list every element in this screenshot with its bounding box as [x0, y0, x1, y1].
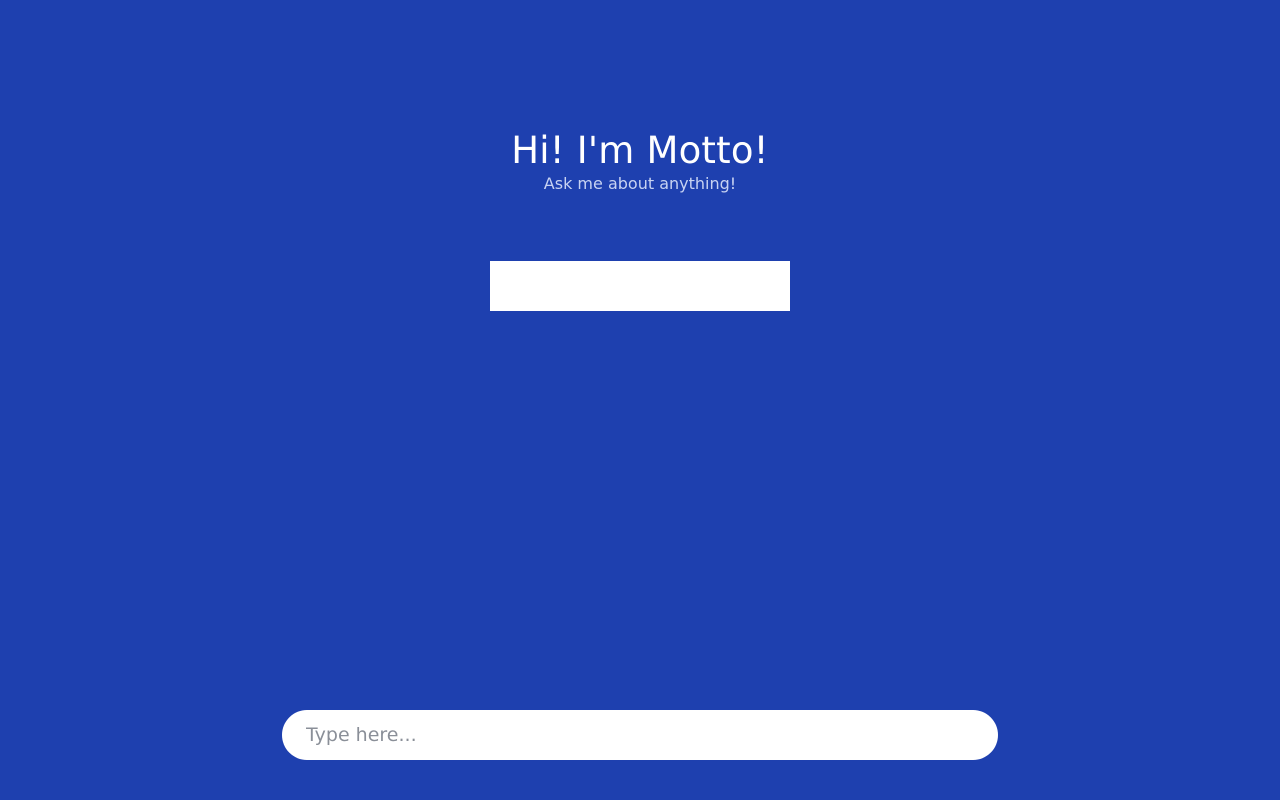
page-subtitle: Ask me about anything! — [543, 174, 737, 193]
page-title: Hi! I'm Motto! — [511, 129, 769, 172]
chat-input[interactable] — [282, 710, 998, 760]
app-page: Hi! I'm Motto! Ask me about anything! — [0, 0, 1280, 800]
hero-section: Hi! I'm Motto! Ask me about anything! — [0, 128, 1280, 194]
chat-input-container[interactable] — [282, 710, 998, 760]
message-box — [490, 261, 790, 311]
